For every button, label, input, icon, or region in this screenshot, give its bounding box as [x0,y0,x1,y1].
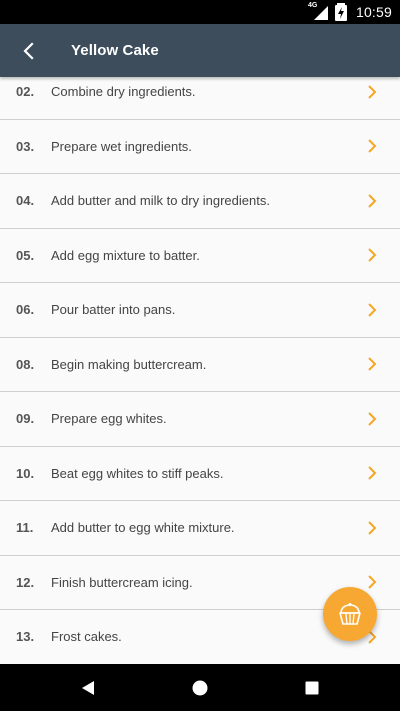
chevron-right-icon [368,139,377,153]
step-number: 12. [16,574,35,590]
list-item[interactable]: 06. Pour batter into pans. [0,283,400,338]
chevron-right-icon [368,521,377,535]
arrow-back-icon [23,42,34,60]
chevron-right-icon [368,412,377,426]
step-text: Prepare wet ingredients. [51,138,192,154]
step-text: Beat egg whites to stiff peaks. [51,465,224,481]
nav-back-button[interactable] [58,664,118,711]
step-text: Add butter and milk to dry ingredients. [51,193,270,209]
chevron-right-icon [368,303,377,317]
step-number: 10. [16,465,35,481]
status-icons: 4G 10:59 [308,0,392,24]
list-item[interactable]: 11. Add butter to egg white mixture. [0,501,400,556]
step-text: Add egg mixture to batter. [51,247,200,263]
signal-icon: 4G [308,2,328,20]
step-number: 06. [16,302,35,318]
chevron-right-icon [368,575,377,589]
nav-recents-button[interactable] [282,664,342,711]
chevron-right-icon [368,85,377,99]
step-number: 08. [16,356,35,372]
step-text: Combine dry ingredients. [51,84,196,100]
list-item[interactable]: 05. Add egg mixture to batter. [0,228,400,283]
list-item[interactable]: 03. Prepare wet ingredients. [0,119,400,174]
system-nav-bar [0,664,400,711]
chevron-right-icon [368,357,377,371]
list-item[interactable]: 08. Begin making buttercream. [0,337,400,392]
steps-list[interactable]: 02. Combine dry ingredients. 03. Prepare… [0,65,400,664]
app-bar: Yellow Cake [0,24,400,77]
back-button[interactable] [14,37,42,65]
battery-charging-icon [334,3,347,21]
step-number: 09. [16,411,35,427]
step-text: Add butter to egg white mixture. [51,520,235,536]
nav-home-icon [192,680,208,695]
step-number: 11. [16,520,34,536]
clock: 10:59 [355,4,392,20]
step-number: 05. [16,247,35,263]
list-item[interactable]: 04. Add butter and milk to dry ingredien… [0,174,400,229]
chevron-right-icon [368,194,377,208]
nav-back-icon [82,680,94,695]
chevron-right-icon [368,466,377,480]
nav-home-button[interactable] [170,664,230,711]
cupcake-icon [339,603,361,625]
nav-recents-icon [305,681,319,694]
cupcake-fab-button[interactable] [323,587,377,641]
step-number: 02. [16,84,35,100]
step-text: Pour batter into pans. [51,302,176,318]
status-bar: 4G 10:59 [0,0,400,24]
step-number: 13. [16,629,35,645]
chevron-right-icon [368,248,377,262]
list-item[interactable]: 09. Prepare egg whites. [0,392,400,447]
step-text: Prepare egg whites. [51,411,167,427]
step-number: 04. [16,193,35,209]
step-text: Begin making buttercream. [51,356,207,372]
step-text: Finish buttercream icing. [51,574,193,590]
step-text: Frost cakes. [51,629,122,645]
list-item[interactable]: 10. Beat egg whites to stiff peaks. [0,446,400,501]
page-title: Yellow Cake [71,42,159,59]
step-number: 03. [16,138,35,154]
